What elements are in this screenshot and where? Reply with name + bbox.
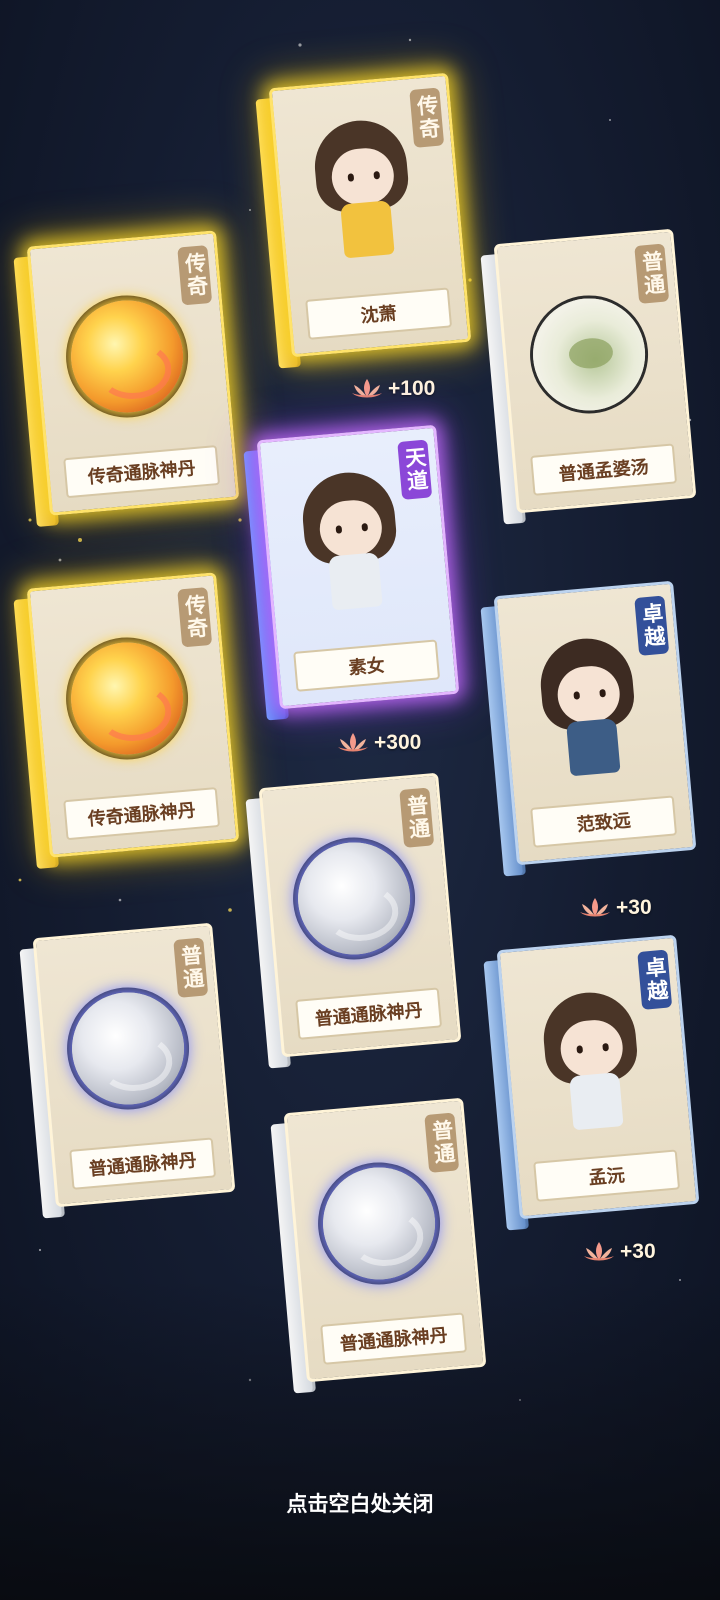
card-art bbox=[293, 837, 415, 960]
silver-pill-icon bbox=[67, 987, 189, 1110]
card-art bbox=[523, 634, 656, 794]
reward-chip: +30 bbox=[578, 896, 652, 920]
card-heaven-sunv[interactable]: 天道 素女 bbox=[243, 424, 460, 721]
card-art bbox=[318, 1162, 440, 1285]
card-art bbox=[67, 987, 189, 1110]
card-art bbox=[528, 293, 650, 416]
card-normal-pill-1[interactable]: 普通 普通通脉神丹 bbox=[245, 772, 462, 1069]
gacha-result-screen[interactable]: { "cards": [ {"id": "c1", "rarity": "传奇"… bbox=[0, 0, 720, 1600]
card-art bbox=[66, 295, 188, 418]
character-portrait bbox=[523, 634, 656, 794]
card-art bbox=[66, 637, 188, 760]
soup-bowl-icon bbox=[528, 293, 650, 416]
card-normal-pill-2[interactable]: 普通 普通通脉神丹 bbox=[19, 922, 236, 1219]
card-normal-soup[interactable]: 普通 普通孟婆汤 bbox=[480, 228, 697, 525]
lotus-icon bbox=[580, 898, 610, 917]
character-portrait bbox=[526, 988, 659, 1148]
reward-value: +100 bbox=[388, 377, 436, 400]
lotus-icon bbox=[584, 1242, 614, 1261]
reward-value: +300 bbox=[374, 731, 422, 754]
card-normal-pill-3[interactable]: 普通 普通通脉神丹 bbox=[270, 1097, 487, 1394]
character-portrait bbox=[297, 116, 430, 276]
golden-pill-icon bbox=[66, 295, 188, 418]
rarity-badge: 传奇 bbox=[177, 245, 213, 306]
card-art bbox=[285, 468, 418, 628]
reward-value: +30 bbox=[616, 896, 652, 919]
lotus-icon bbox=[352, 379, 382, 398]
reward-chip: +100 bbox=[350, 377, 435, 401]
reward-chip: +30 bbox=[582, 1240, 656, 1264]
reward-value: +30 bbox=[620, 1240, 656, 1263]
lotus-icon bbox=[338, 733, 368, 752]
golden-pill-icon bbox=[66, 637, 188, 760]
card-art bbox=[297, 116, 430, 276]
tap-to-close-hint[interactable]: 点击空白处关闭 bbox=[0, 1488, 720, 1518]
card-excellent-mengyuan[interactable]: 卓越 孟沅 bbox=[483, 934, 700, 1231]
silver-pill-icon bbox=[293, 837, 415, 960]
card-excellent-fanzhiyuan[interactable]: 卓越 范致远 bbox=[480, 580, 697, 877]
card-art bbox=[526, 988, 659, 1148]
character-portrait bbox=[285, 468, 418, 628]
card-legend-pill-2[interactable]: 传奇 传奇通脉神丹 bbox=[13, 572, 240, 869]
reward-chip: +300 bbox=[336, 731, 421, 755]
rarity-badge: 传奇 bbox=[177, 587, 213, 648]
card-legend-pill-1[interactable]: 传奇 传奇通脉神丹 bbox=[13, 230, 240, 527]
silver-pill-icon bbox=[318, 1162, 440, 1285]
card-legend-shenxiao[interactable]: 传奇 沈萧 bbox=[255, 72, 472, 369]
